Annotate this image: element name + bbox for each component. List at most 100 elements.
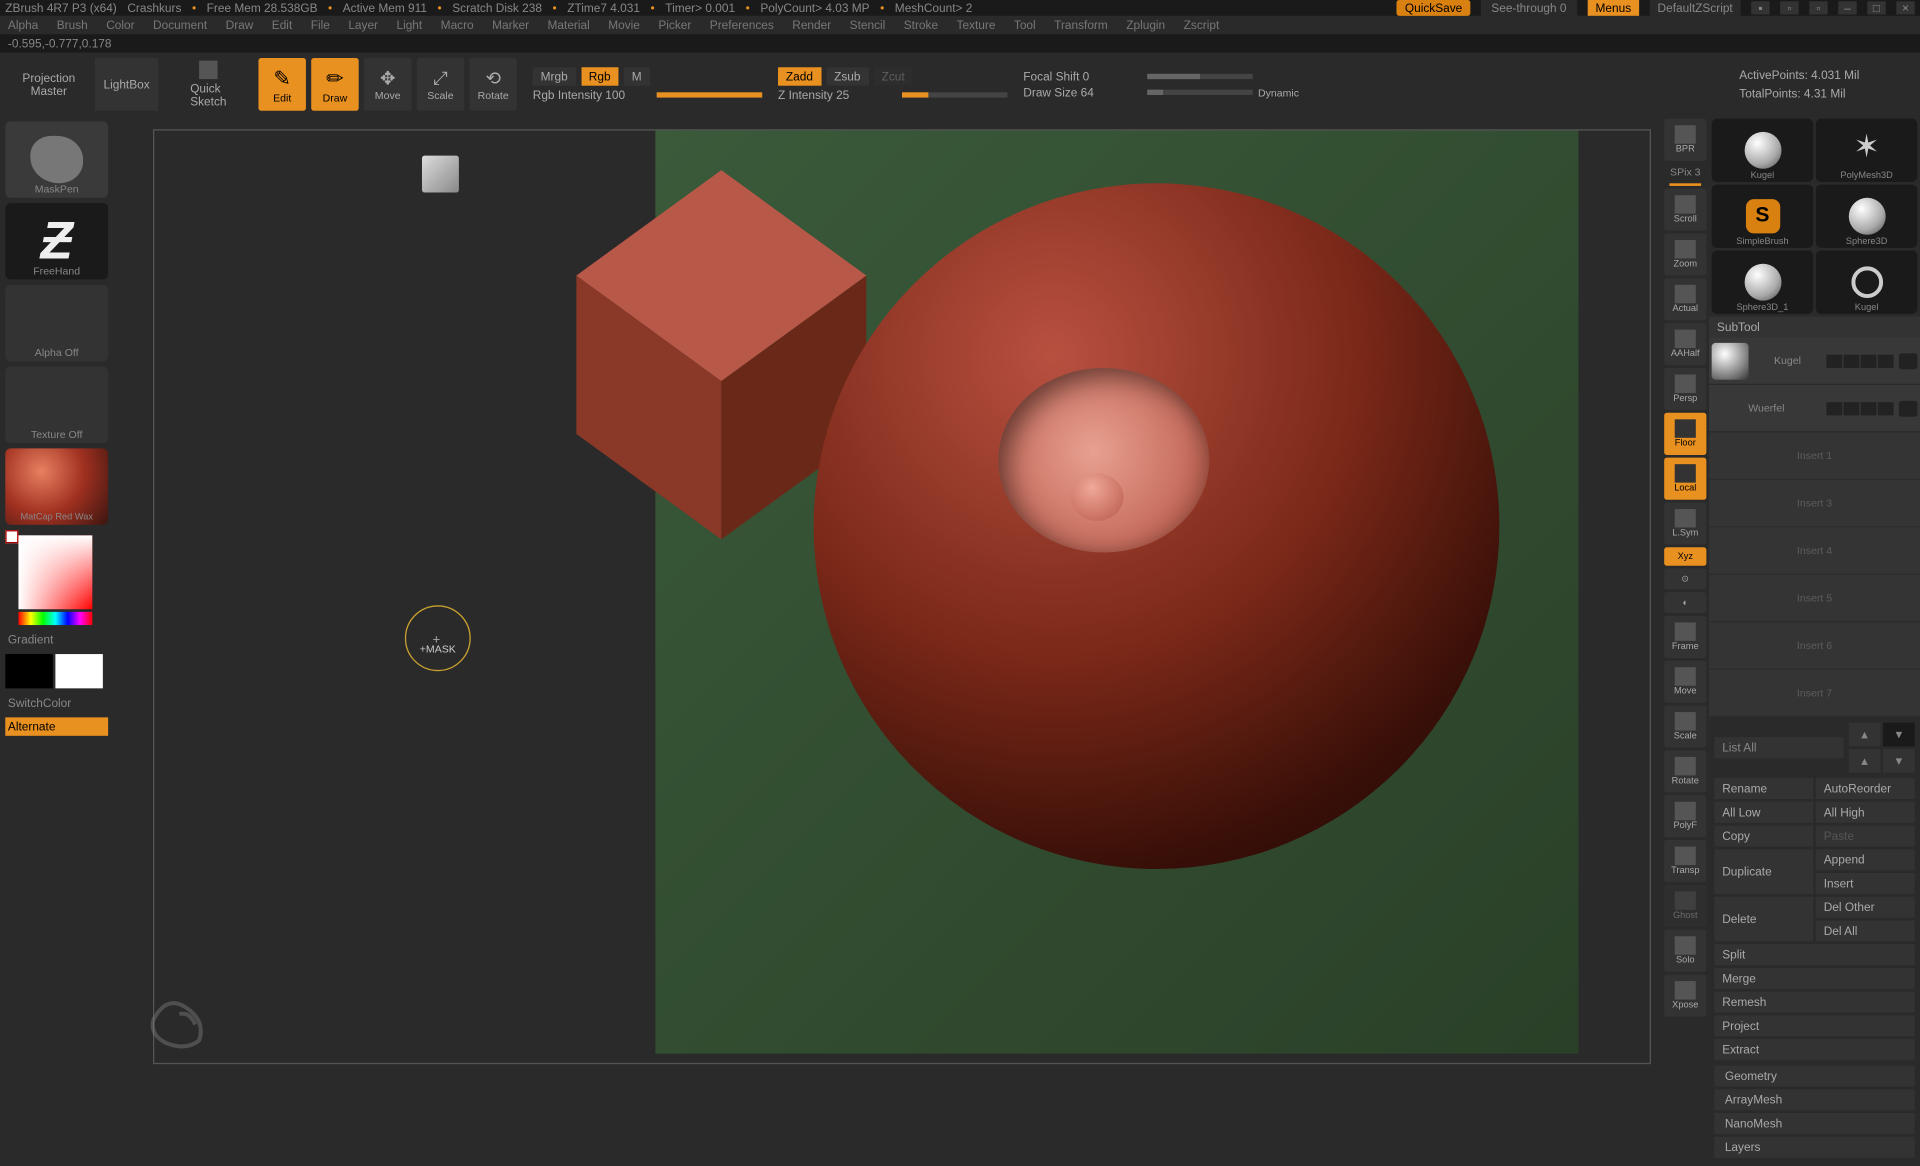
alllow-button[interactable]: All Low xyxy=(1714,802,1813,823)
remesh-button[interactable]: Remesh xyxy=(1714,992,1914,1013)
menu-alpha[interactable]: Alpha xyxy=(8,18,38,31)
menu-zplugin[interactable]: Zplugin xyxy=(1126,18,1165,31)
xyz-button[interactable]: Xyz xyxy=(1664,547,1706,565)
move-down-button[interactable]: ▾ xyxy=(1883,723,1915,747)
tool-simplebrush[interactable]: SSimpleBrush xyxy=(1712,185,1814,248)
draw-size-label[interactable]: Draw Size 64 xyxy=(1023,86,1142,99)
canvas[interactable]: + +MASK xyxy=(113,116,1661,1080)
menu-light[interactable]: Light xyxy=(396,18,422,31)
menu-stroke[interactable]: Stroke xyxy=(904,18,938,31)
color-picker[interactable] xyxy=(5,530,108,625)
copy-button[interactable]: Copy xyxy=(1714,825,1813,846)
rgb-intensity-slider[interactable] xyxy=(657,92,762,97)
alpha-selector[interactable]: Alpha Off xyxy=(5,285,108,361)
rgb-button[interactable]: Rgb xyxy=(581,67,619,85)
zcut-button[interactable]: Zcut xyxy=(874,67,913,85)
solo-button[interactable]: Solo xyxy=(1664,930,1706,972)
rgb-intensity-label[interactable]: Rgb Intensity 100 xyxy=(533,88,652,101)
autoreorder-button[interactable]: AutoReorder xyxy=(1816,778,1915,799)
nav-down-button[interactable]: ▾ xyxy=(1883,749,1915,773)
paste-button[interactable]: Paste xyxy=(1816,825,1915,846)
visibility-icon[interactable] xyxy=(1899,353,1917,369)
draw-size-slider[interactable] xyxy=(1147,90,1252,95)
z-intensity-label[interactable]: Z Intensity 25 xyxy=(778,88,897,101)
quicksave-button[interactable]: QuickSave xyxy=(1397,0,1470,16)
quicksketch-button[interactable]: Quick Sketch xyxy=(164,58,254,111)
visibility-icon[interactable] xyxy=(1899,400,1917,416)
split-button[interactable]: Split xyxy=(1714,944,1914,965)
subtool-empty-slot[interactable]: Insert 4 xyxy=(1709,527,1920,574)
menu-file[interactable]: File xyxy=(311,18,330,31)
tool-kugel[interactable]: Kugel xyxy=(1712,119,1814,182)
menu-marker[interactable]: Marker xyxy=(492,18,529,31)
stroke-selector[interactable]: Ƶ FreeHand xyxy=(5,203,108,279)
focal-shift-label[interactable]: Focal Shift 0 xyxy=(1023,70,1142,83)
material-selector[interactable]: MatCap Red Wax xyxy=(5,448,108,524)
move-up-button[interactable]: ▴ xyxy=(1849,749,1881,773)
close-icon[interactable]: × xyxy=(1896,1,1914,14)
project-button[interactable]: Project xyxy=(1714,1015,1914,1036)
subtool-empty-slot[interactable]: Insert 6 xyxy=(1709,622,1920,669)
menu-macro[interactable]: Macro xyxy=(441,18,474,31)
window-button-3[interactable]: ▫ xyxy=(1809,1,1827,14)
m-button[interactable]: M xyxy=(624,67,650,85)
delall-button[interactable]: Del All xyxy=(1816,920,1915,941)
floor-button[interactable]: Floor xyxy=(1664,413,1706,455)
polyf-button[interactable]: PolyF xyxy=(1664,795,1706,837)
listall-button[interactable]: List All xyxy=(1714,737,1843,758)
history-button[interactable]: ◐ xyxy=(1664,592,1706,613)
menu-zscript[interactable]: Zscript xyxy=(1184,18,1220,31)
menu-render[interactable]: Render xyxy=(792,18,831,31)
dynamic-label[interactable]: Dynamic xyxy=(1258,86,1299,98)
white-swatch[interactable] xyxy=(55,654,102,688)
alternate-button[interactable]: Alternate xyxy=(5,717,108,735)
draw-button[interactable]: ✏Draw xyxy=(311,58,358,111)
spix-slider[interactable]: SPix 3 xyxy=(1664,164,1706,181)
scroll-button[interactable]: Scroll xyxy=(1664,189,1706,231)
menu-edit[interactable]: Edit xyxy=(272,18,292,31)
menu-color[interactable]: Color xyxy=(106,18,134,31)
menu-material[interactable]: Material xyxy=(548,18,590,31)
arraymesh-section[interactable]: ArrayMesh xyxy=(1714,1089,1914,1110)
move-button[interactable]: ✥Move xyxy=(364,58,411,111)
menu-transform[interactable]: Transform xyxy=(1054,18,1108,31)
lightbox-button[interactable]: LightBox xyxy=(95,58,158,111)
subtool-kugel[interactable]: Kugel xyxy=(1709,338,1920,385)
merge-button[interactable]: Merge xyxy=(1714,968,1914,989)
subtool-empty-slot[interactable]: Insert 5 xyxy=(1709,575,1920,622)
tool-polymesh3d[interactable]: ✶PolyMesh3D xyxy=(1816,119,1918,182)
bpr-button[interactable]: BPR xyxy=(1664,119,1706,161)
aahalf-button[interactable]: AAHalf xyxy=(1664,323,1706,365)
zsub-button[interactable]: Zsub xyxy=(826,67,868,85)
minimize-icon[interactable]: – xyxy=(1838,1,1856,14)
focal-shift-slider[interactable] xyxy=(1147,74,1252,79)
xpose-button[interactable]: Xpose xyxy=(1664,975,1706,1017)
scale-button[interactable]: ⤢Scale xyxy=(417,58,464,111)
allhigh-button[interactable]: All High xyxy=(1816,802,1915,823)
gradient-toggle[interactable]: Gradient xyxy=(5,630,108,648)
append-button[interactable]: Append xyxy=(1816,849,1915,870)
black-swatch[interactable] xyxy=(5,654,52,688)
geometry-section[interactable]: Geometry xyxy=(1714,1065,1914,1086)
lsym-button[interactable]: L.Sym xyxy=(1664,502,1706,544)
persp-button[interactable]: Persp xyxy=(1664,368,1706,410)
subtool-empty-slot[interactable]: Insert 7 xyxy=(1709,670,1920,717)
menu-picker[interactable]: Picker xyxy=(658,18,691,31)
actual-button[interactable]: Actual xyxy=(1664,278,1706,320)
color-hue-strip[interactable] xyxy=(18,612,92,625)
transp-button[interactable]: Transp xyxy=(1664,840,1706,882)
ghost-button[interactable]: Ghost xyxy=(1664,885,1706,927)
layers-section[interactable]: Layers xyxy=(1714,1137,1914,1158)
tool-sphere3d[interactable]: Sphere3D xyxy=(1816,185,1918,248)
menu-movie[interactable]: Movie xyxy=(608,18,640,31)
mrgb-button[interactable]: Mrgb xyxy=(533,67,576,85)
local-button[interactable]: Local xyxy=(1664,458,1706,500)
nav-move-button[interactable]: Move xyxy=(1664,661,1706,703)
extract-button[interactable]: Extract xyxy=(1714,1039,1914,1060)
insert-button[interactable]: Insert xyxy=(1816,873,1915,894)
texture-selector[interactable]: Texture Off xyxy=(5,367,108,443)
menu-draw[interactable]: Draw xyxy=(226,18,254,31)
frame-button[interactable]: Frame xyxy=(1664,616,1706,658)
seethrough-slider[interactable]: See-through 0 xyxy=(1481,0,1577,16)
window-button-2[interactable]: ▫ xyxy=(1780,1,1798,14)
